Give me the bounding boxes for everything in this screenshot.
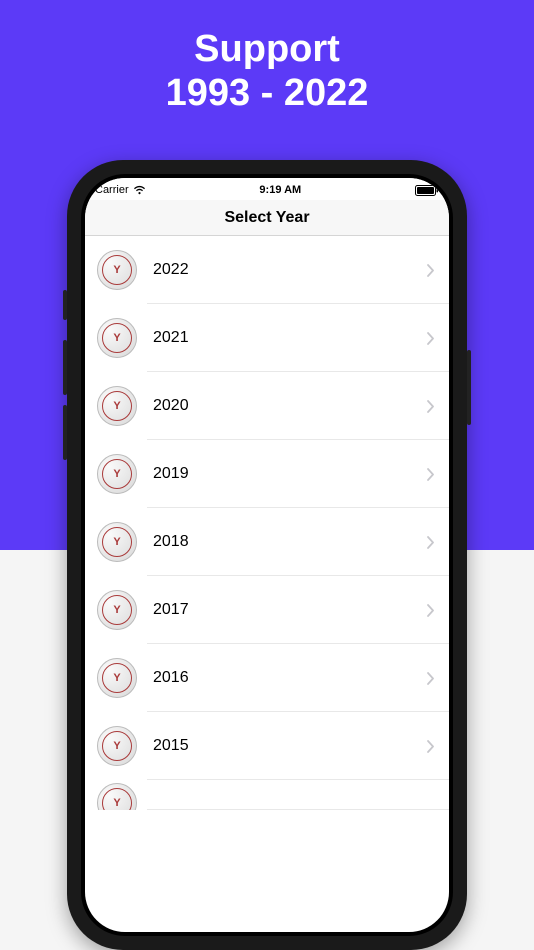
status-bar: Carrier 9:19 AM bbox=[85, 178, 449, 200]
year-row-2016[interactable]: Y 2016 bbox=[85, 644, 449, 712]
chevron-right-icon bbox=[427, 468, 435, 481]
carrier-label: Carrier bbox=[95, 184, 129, 196]
phone-volume-down bbox=[63, 405, 67, 460]
phone-screen: Carrier 9:19 AM Select Year Y bbox=[85, 178, 449, 932]
phone-frame: Carrier 9:19 AM Select Year Y bbox=[67, 160, 467, 950]
chevron-right-icon bbox=[427, 740, 435, 753]
year-icon: Y bbox=[97, 454, 137, 494]
year-label: 2017 bbox=[153, 601, 427, 619]
year-label: 2018 bbox=[153, 533, 427, 551]
promo-title-line2: 1993 - 2022 bbox=[0, 72, 534, 116]
year-icon: Y bbox=[97, 318, 137, 358]
year-label: 2020 bbox=[153, 397, 427, 415]
chevron-right-icon bbox=[427, 536, 435, 549]
chevron-right-icon bbox=[427, 332, 435, 345]
status-time: 9:19 AM bbox=[259, 184, 301, 196]
year-icon: Y bbox=[97, 250, 137, 290]
year-label: 2021 bbox=[153, 329, 427, 347]
wifi-icon bbox=[133, 185, 146, 195]
year-row-2021[interactable]: Y 2021 bbox=[85, 304, 449, 372]
year-row-2018[interactable]: Y 2018 bbox=[85, 508, 449, 576]
year-label: 2016 bbox=[153, 669, 427, 687]
chevron-right-icon bbox=[427, 672, 435, 685]
year-label: 2019 bbox=[153, 465, 427, 483]
year-list[interactable]: Y 2022 Y 2021 Y 2020 Y 2019 bbox=[85, 236, 449, 810]
year-icon: Y bbox=[97, 522, 137, 562]
chevron-right-icon bbox=[427, 604, 435, 617]
year-icon: Y bbox=[97, 658, 137, 698]
year-row-partial[interactable]: Y bbox=[85, 780, 449, 810]
phone-bezel: Carrier 9:19 AM Select Year Y bbox=[81, 174, 453, 936]
year-row-2019[interactable]: Y 2019 bbox=[85, 440, 449, 508]
year-row-2020[interactable]: Y 2020 bbox=[85, 372, 449, 440]
year-icon: Y bbox=[97, 590, 137, 630]
promo-title: Support 1993 - 2022 bbox=[0, 28, 534, 115]
phone-mute-switch bbox=[63, 290, 67, 320]
year-icon: Y bbox=[97, 386, 137, 426]
year-label: 2015 bbox=[153, 737, 427, 755]
phone-volume-up bbox=[63, 340, 67, 395]
year-row-2017[interactable]: Y 2017 bbox=[85, 576, 449, 644]
nav-title: Select Year bbox=[224, 209, 309, 227]
promo-title-line1: Support bbox=[0, 28, 534, 72]
battery-icon bbox=[415, 185, 439, 196]
status-right bbox=[415, 185, 439, 196]
chevron-right-icon bbox=[427, 264, 435, 277]
year-icon: Y bbox=[97, 726, 137, 766]
phone-power-button bbox=[467, 350, 471, 425]
nav-bar: Select Year bbox=[85, 200, 449, 236]
year-label: 2022 bbox=[153, 261, 427, 279]
year-icon: Y bbox=[97, 783, 137, 810]
status-left: Carrier bbox=[95, 184, 146, 196]
year-row-2022[interactable]: Y 2022 bbox=[85, 236, 449, 304]
chevron-right-icon bbox=[427, 400, 435, 413]
year-row-2015[interactable]: Y 2015 bbox=[85, 712, 449, 780]
